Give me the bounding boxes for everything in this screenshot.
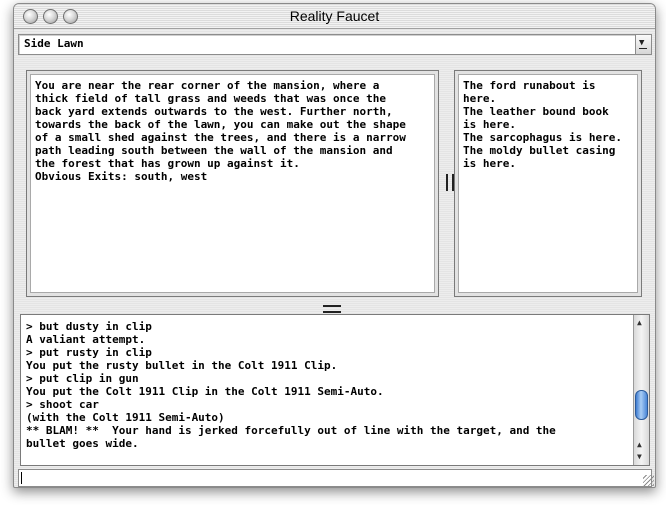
output-scrollbar[interactable]: ▲ ▲ ▼: [633, 315, 649, 465]
scroll-up-arrow-lower-icon[interactable]: ▲: [637, 441, 642, 449]
window-title: Reality Faucet: [289, 8, 380, 24]
vertical-split-handle[interactable]: [446, 174, 454, 191]
location-dropdown-button[interactable]: ▼: [635, 35, 651, 54]
scrollbar-thumb[interactable]: [635, 390, 648, 420]
room-objects-panel: The ford runabout is here. The leather b…: [454, 70, 642, 297]
resize-grip-icon[interactable]: [643, 475, 654, 486]
horizontal-split-handle[interactable]: [323, 305, 341, 313]
app-window: Reality Faucet Side Lawn ▼ You are near …: [13, 3, 656, 488]
chevron-down-icon: ▼: [639, 38, 645, 48]
command-input[interactable]: [18, 469, 652, 487]
output-panel: > but dusty in clip A valiant attempt. >…: [20, 314, 650, 466]
room-description-panel: You are near the rear corner of the mans…: [26, 70, 439, 297]
room-description-text: You are near the rear corner of the mans…: [35, 79, 406, 183]
location-select[interactable]: Side Lawn ▼: [18, 34, 652, 55]
scroll-down-arrow-icon[interactable]: ▼: [637, 453, 642, 461]
location-value: Side Lawn: [24, 37, 84, 50]
text-caret: [21, 472, 22, 484]
output-text: > but dusty in clip A valiant attempt. >…: [26, 320, 556, 450]
room-objects-text: The ford runabout is here. The leather b…: [463, 79, 622, 170]
title-bar[interactable]: Reality Faucet: [14, 4, 655, 29]
scroll-up-arrow-icon[interactable]: ▲: [637, 319, 642, 327]
